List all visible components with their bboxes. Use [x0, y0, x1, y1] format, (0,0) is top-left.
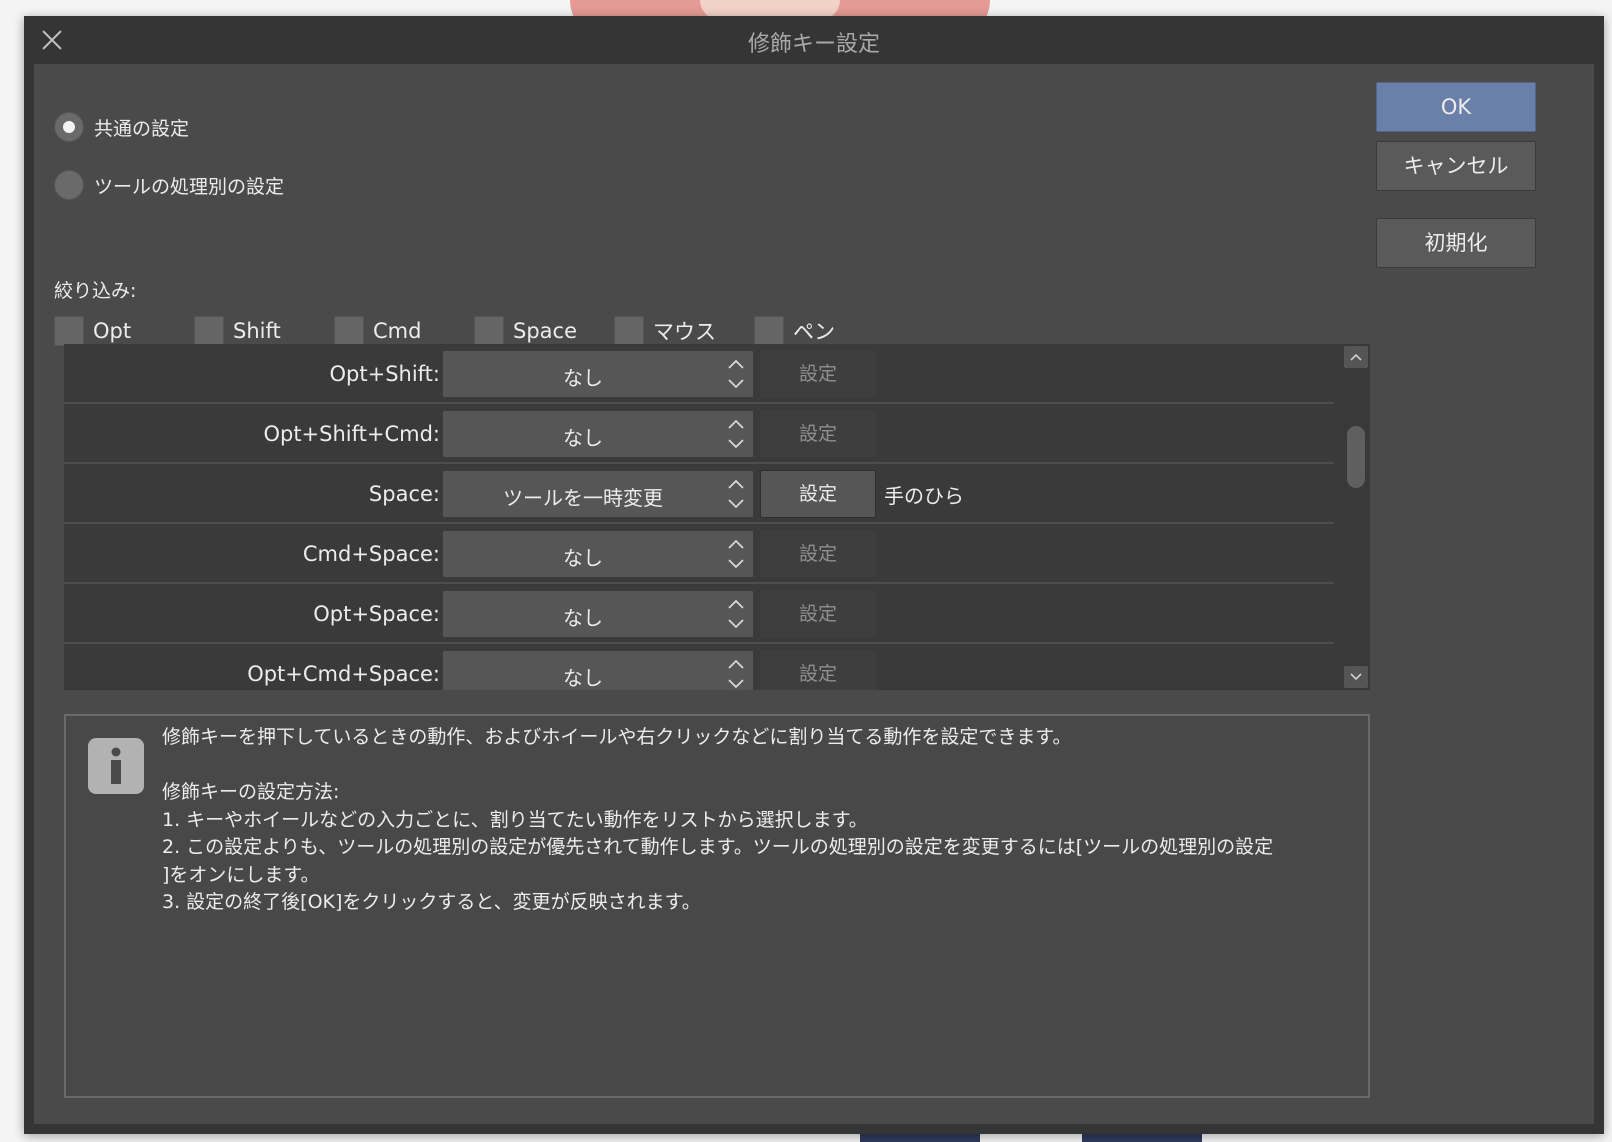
- radio-label: 共通の設定: [94, 117, 190, 140]
- modifier-key-label: Opt+Shift:: [329, 362, 441, 386]
- assigned-tool: 手のひら: [884, 484, 964, 508]
- list-row-opt-space: Opt+Space: なし 設定: [64, 584, 1334, 644]
- info-glyph-icon: [111, 747, 121, 784]
- filter-pen[interactable]: ペン: [754, 316, 894, 346]
- scroll-up-button[interactable]: [1344, 346, 1368, 368]
- radio-button[interactable]: [54, 112, 84, 142]
- list-row-cmd-space: Cmd+Space: なし 設定: [64, 524, 1334, 584]
- checkbox[interactable]: [54, 316, 84, 346]
- checkbox[interactable]: [614, 316, 644, 346]
- set-button: 設定: [760, 650, 876, 690]
- filter-shift[interactable]: Shift: [194, 316, 334, 346]
- action-select[interactable]: ツールを一時変更: [442, 470, 754, 518]
- filter-opt[interactable]: Opt: [54, 316, 194, 346]
- action-select-value: なし: [563, 366, 603, 390]
- set-button: 設定: [760, 350, 876, 398]
- action-select[interactable]: なし: [442, 530, 754, 578]
- action-select-value: なし: [563, 606, 603, 630]
- cancel-button[interactable]: キャンセル: [1376, 141, 1536, 191]
- checkbox[interactable]: [474, 316, 504, 346]
- filter-options: Opt Shift Cmd Space マウス ペン: [54, 316, 894, 346]
- modifier-key-label: Cmd+Space:: [302, 542, 440, 566]
- set-button: 設定: [760, 410, 876, 458]
- filter-cmd[interactable]: Cmd: [334, 316, 474, 346]
- action-select-value: なし: [563, 546, 603, 570]
- list-row-opt-cmd-space: Opt+Cmd+Space: なし 設定: [64, 644, 1334, 690]
- scroll-thumb[interactable]: [1347, 426, 1365, 488]
- list-row-opt-shift: Opt+Shift: なし 設定: [64, 344, 1334, 404]
- radio-common-settings[interactable]: 共通の設定: [54, 112, 189, 142]
- filter-label-text: ペン: [793, 320, 835, 344]
- filter-label-text: Opt: [93, 319, 132, 343]
- action-select[interactable]: なし: [442, 590, 754, 638]
- action-select-value: なし: [563, 666, 603, 690]
- action-select[interactable]: なし: [442, 650, 754, 690]
- filter-label-text: マウス: [653, 320, 716, 344]
- action-select[interactable]: なし: [442, 410, 754, 458]
- modifier-key-list: Opt+Shift: なし 設定 Opt+Shift+Cmd: なし 設定 Sp…: [64, 344, 1370, 690]
- up-down-chevron-icon: [728, 419, 744, 449]
- up-down-chevron-icon: [728, 359, 744, 389]
- info-icon: [88, 738, 144, 794]
- radio-per-tool-settings[interactable]: ツールの処理別の設定: [54, 170, 284, 200]
- modifier-key-label: Opt+Space:: [313, 602, 440, 626]
- filter-label-text: Shift: [233, 319, 281, 343]
- filter-label-text: Space: [513, 319, 577, 343]
- list-row-opt-shift-cmd: Opt+Shift+Cmd: なし 設定: [64, 404, 1334, 464]
- up-down-chevron-icon: [728, 659, 744, 689]
- chevron-down-icon: [1350, 673, 1362, 681]
- action-select-value: ツールを一時変更: [503, 486, 663, 510]
- list-rows: Opt+Shift: なし 設定 Opt+Shift+Cmd: なし 設定 Sp…: [64, 344, 1334, 690]
- modifier-key-label: Opt+Shift+Cmd:: [263, 422, 440, 446]
- checkbox[interactable]: [194, 316, 224, 346]
- list-scrollbar[interactable]: [1342, 344, 1370, 690]
- scroll-down-button[interactable]: [1344, 666, 1368, 688]
- filter-space[interactable]: Space: [474, 316, 614, 346]
- action-select-value: なし: [563, 426, 603, 450]
- reset-button[interactable]: 初期化: [1376, 218, 1536, 268]
- filter-mouse[interactable]: マウス: [614, 316, 754, 346]
- action-select[interactable]: なし: [442, 350, 754, 398]
- set-button: 設定: [760, 590, 876, 638]
- modifier-key-label: Opt+Cmd+Space:: [247, 662, 440, 686]
- modifier-key-label: Space:: [368, 482, 440, 506]
- checkbox[interactable]: [334, 316, 364, 346]
- modifier-key-settings-dialog: 修飾キー設定 共通の設定 ツールの処理別の設定 絞り込み: Opt Shift …: [24, 16, 1604, 1134]
- title-bar: 修飾キー設定: [24, 16, 1604, 64]
- info-description: 修飾キーを押下しているときの動作、およびホイールや右クリックなどに割り当てる動作…: [162, 726, 1274, 913]
- radio-label: ツールの処理別の設定: [94, 175, 285, 198]
- filter-label-text: Cmd: [373, 319, 422, 343]
- radio-button[interactable]: [54, 170, 84, 200]
- dialog-content: 共通の設定 ツールの処理別の設定 絞り込み: Opt Shift Cmd Spa…: [34, 64, 1594, 1124]
- filter-label: 絞り込み:: [54, 280, 137, 302]
- up-down-chevron-icon: [728, 539, 744, 569]
- list-row-space: Space: ツールを一時変更 設定 手のひら: [64, 464, 1334, 524]
- info-panel: 修飾キーを押下しているときの動作、およびホイールや右クリックなどに割り当てる動作…: [64, 714, 1370, 1098]
- chevron-up-icon: [1350, 353, 1362, 361]
- set-button[interactable]: 設定: [760, 470, 876, 518]
- up-down-chevron-icon: [728, 479, 744, 509]
- dialog-title: 修飾キー設定: [747, 32, 880, 57]
- ok-button[interactable]: OK: [1376, 82, 1536, 132]
- checkbox[interactable]: [754, 316, 784, 346]
- set-button: 設定: [760, 530, 876, 578]
- up-down-chevron-icon: [728, 599, 744, 629]
